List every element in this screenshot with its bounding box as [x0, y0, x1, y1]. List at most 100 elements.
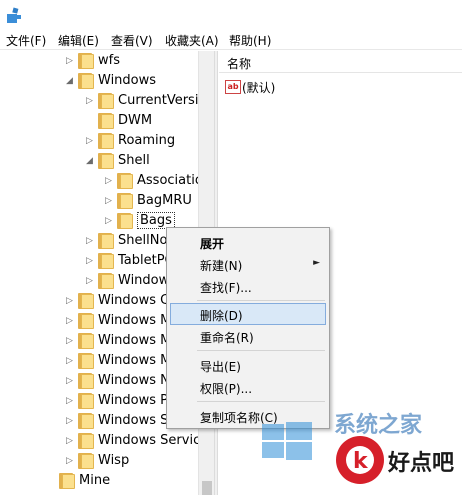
menu-item-export[interactable]: 导出(E)	[170, 354, 326, 376]
expand-arrow-icon[interactable]: ▷	[86, 255, 96, 267]
menu-bar: 文件(F) 编辑(E) 查看(V) 收藏夹(A) 帮助(H)	[0, 30, 462, 50]
expand-arrow-icon[interactable]: ▷	[86, 275, 96, 287]
folder-icon	[78, 333, 95, 349]
expand-arrow-icon[interactable]: ▷	[66, 335, 76, 347]
tree-item-label: Associatio	[137, 173, 203, 188]
menu-item-label: 重命名(R)	[200, 331, 254, 345]
expand-arrow-icon[interactable]: ▷	[66, 355, 76, 367]
expand-arrow-icon[interactable]: ▷	[105, 195, 115, 207]
menu-file[interactable]: 文件(F)	[6, 32, 46, 49]
context-menu: 展开 新建(N) ► 查找(F)... 删除(D) 重命名(R) 导出(E) 权…	[166, 227, 330, 429]
menu-item-label: 导出(E)	[200, 360, 241, 374]
expand-arrow-icon[interactable]: ▷	[66, 295, 76, 307]
tree-item-label: Windows N	[98, 373, 170, 388]
tree-item-label: Windows M	[98, 353, 172, 368]
collapse-arrow-icon[interactable]: ◢	[86, 155, 96, 167]
folder-icon	[98, 233, 115, 249]
tree-item-label: wfs	[98, 53, 120, 68]
menu-item-permissions[interactable]: 权限(P)...	[170, 376, 326, 398]
expand-arrow-icon	[86, 115, 96, 127]
folder-icon	[78, 293, 95, 309]
folder-icon	[117, 213, 134, 229]
menu-item-find[interactable]: 查找(F)...	[170, 275, 326, 297]
tree-item-label: Windows Service	[98, 433, 209, 448]
tree-item-label: Roaming	[118, 133, 176, 148]
folder-icon	[98, 253, 115, 269]
column-header-name[interactable]: 名称	[219, 51, 462, 73]
folder-icon	[78, 453, 95, 469]
tree-item-label: BagMRU	[137, 193, 192, 208]
title-bar	[0, 0, 462, 30]
windows-logo-watermark	[262, 422, 312, 460]
menu-item-delete[interactable]: 删除(D)	[170, 303, 326, 325]
tree-item-label: Windows P	[98, 393, 169, 408]
folder-icon	[98, 153, 115, 169]
scrollbar-thumb[interactable]	[202, 481, 212, 495]
tree-item-label: Windows	[98, 73, 157, 88]
tree-item-label: Wisp	[98, 453, 130, 468]
expand-arrow-icon[interactable]: ▷	[105, 215, 115, 227]
menu-item-label: 删除(D)	[200, 309, 243, 323]
folder-icon	[59, 473, 76, 489]
tree-item-label: Window	[118, 273, 170, 288]
expand-arrow-icon[interactable]: ▷	[66, 395, 76, 407]
menu-favorites[interactable]: 收藏夹(A)	[165, 32, 219, 49]
tree-item-label: DWM	[118, 113, 153, 128]
tree-item-label: Windows M	[98, 333, 172, 348]
folder-icon	[78, 313, 95, 329]
tree-item-label: Shell	[118, 153, 150, 168]
menu-item-label: 权限(P)...	[200, 382, 253, 396]
submenu-arrow-icon: ►	[313, 258, 320, 268]
folder-icon	[117, 173, 134, 189]
menu-item-label: 查找(F)...	[200, 281, 252, 295]
tree-item-label: Windows C	[98, 293, 170, 308]
string-value-icon: ab	[225, 80, 241, 94]
menu-item-label: 新建(N)	[200, 259, 243, 273]
watermark-text-xitong: 系统之家	[334, 412, 423, 438]
expand-arrow-icon[interactable]: ▷	[86, 135, 96, 147]
expand-arrow-icon[interactable]: ▷	[66, 415, 76, 427]
folder-icon	[78, 353, 95, 369]
column-header-label: 名称	[227, 57, 252, 71]
expand-arrow-icon[interactable]: ▷	[66, 375, 76, 387]
menu-item-expand[interactable]: 展开	[170, 231, 326, 253]
expand-arrow-icon[interactable]: ▷	[86, 235, 96, 247]
folder-icon	[98, 93, 115, 109]
folder-icon	[98, 273, 115, 289]
folder-icon	[78, 53, 95, 69]
logo-letter: k	[353, 449, 369, 474]
menu-item-new[interactable]: 新建(N) ►	[170, 253, 326, 275]
folder-icon	[78, 433, 95, 449]
menu-separator	[197, 350, 325, 351]
tree-item-label: Windows M	[98, 313, 172, 328]
folder-icon	[78, 413, 95, 429]
expand-arrow-icon[interactable]: ▷	[105, 175, 115, 187]
tree-item-label: Mine	[79, 473, 111, 488]
expand-arrow-icon[interactable]: ▷	[66, 55, 76, 67]
folder-icon	[78, 373, 95, 389]
tree-item-label: CurrentVersio	[118, 93, 207, 108]
expand-arrow-icon[interactable]: ▷	[66, 455, 76, 467]
tree-item-label: ShellNo	[118, 233, 168, 248]
menu-item-rename[interactable]: 重命名(R)	[170, 325, 326, 347]
menu-item-label: 展开	[200, 237, 225, 251]
haodianba-logo-icon: k	[336, 436, 384, 484]
folder-icon	[98, 133, 115, 149]
expand-arrow-icon[interactable]: ▷	[66, 315, 76, 327]
folder-icon	[78, 393, 95, 409]
expand-arrow-icon	[47, 475, 57, 487]
collapse-arrow-icon[interactable]: ◢	[66, 75, 76, 87]
folder-icon	[78, 73, 95, 89]
menu-edit[interactable]: 编辑(E)	[58, 32, 99, 49]
expand-arrow-icon[interactable]: ▷	[86, 95, 96, 107]
watermark: 系统之家 k 好点吧	[262, 412, 454, 484]
folder-icon	[117, 193, 134, 209]
folder-icon	[98, 113, 115, 129]
menu-view[interactable]: 查看(V)	[111, 32, 153, 49]
menu-help[interactable]: 帮助(H)	[229, 32, 271, 49]
value-name: (默认)	[242, 81, 276, 95]
tree-item-label: Windows S	[98, 413, 169, 428]
regedit-app-icon[interactable]	[5, 6, 23, 24]
expand-arrow-icon[interactable]: ▷	[66, 435, 76, 447]
menu-separator	[197, 300, 325, 301]
